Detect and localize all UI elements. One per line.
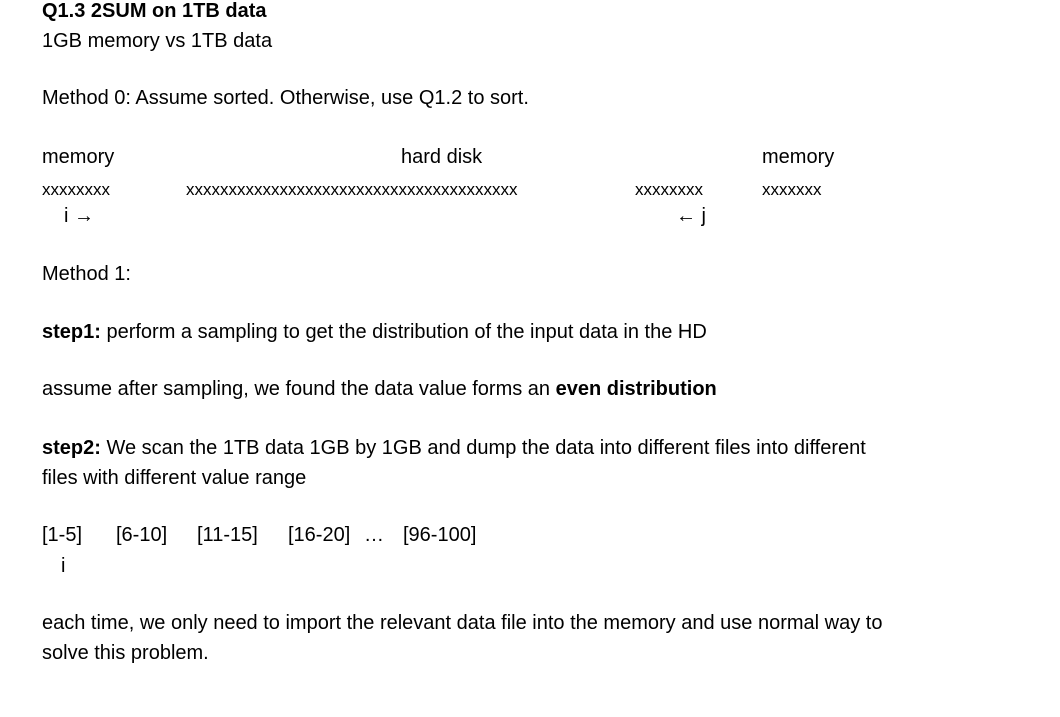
step2-text-line1: We scan the 1TB data 1GB by 1GB and dump… <box>100 437 866 459</box>
range-4: [16-20] <box>288 524 351 546</box>
hard-disk-data: xxxxxxxxxxxxxxxxxxxxxxxxxxxxxxxxxxxxxxx <box>186 180 518 199</box>
doc-subtitle: 1GB memory vs 1TB data <box>42 30 273 52</box>
document-page: { "title": "Q1.3 2SUM on 1TB data", "sub… <box>0 0 1060 717</box>
pointer-i: i → <box>64 205 94 227</box>
step1-paragraph: step1: perform a sampling to get the dis… <box>42 321 707 343</box>
assume-bold: even distribution <box>555 378 717 400</box>
range-2: [6-10] <box>116 524 168 546</box>
assume-paragraph: assume after sampling, we found the data… <box>42 378 717 400</box>
step2-paragraph: step2: We scan the 1TB data 1GB by 1GB a… <box>42 437 866 459</box>
step1-label: step1: <box>42 321 101 343</box>
step2-text-line2: files with different value range <box>42 467 307 489</box>
range-5: [96-100] <box>403 524 477 546</box>
method0-text: Method 0: Assume sorted. Otherwise, use … <box>42 87 529 109</box>
memory-right-label: memory <box>762 146 835 168</box>
pointer-j: ← j <box>676 205 706 227</box>
hard-disk-data-tail: xxxxxxxx <box>635 180 703 199</box>
method1-heading: Method 1: <box>42 263 131 285</box>
range-1: [1-5] <box>42 524 83 546</box>
step1-text: perform a sampling to get the distributi… <box>100 321 707 343</box>
step2-label: step2: <box>42 437 101 459</box>
range-ellipsis: … <box>364 524 384 546</box>
memory-left-label: memory <box>42 146 115 168</box>
memory-right-data: xxxxxxx <box>762 180 822 199</box>
memory-left-data: xxxxxxxx <box>42 180 110 199</box>
assume-text: assume after sampling, we found the data… <box>42 378 556 400</box>
conclusion-line2: solve this problem. <box>42 642 209 664</box>
conclusion-line1: each time, we only need to import the re… <box>42 612 883 634</box>
range-3: [11-15] <box>197 524 258 546</box>
hard-disk-label: hard disk <box>401 146 483 168</box>
range-pointer-i: i <box>61 555 66 577</box>
doc-title: Q1.3 2SUM on 1TB data <box>42 0 267 22</box>
